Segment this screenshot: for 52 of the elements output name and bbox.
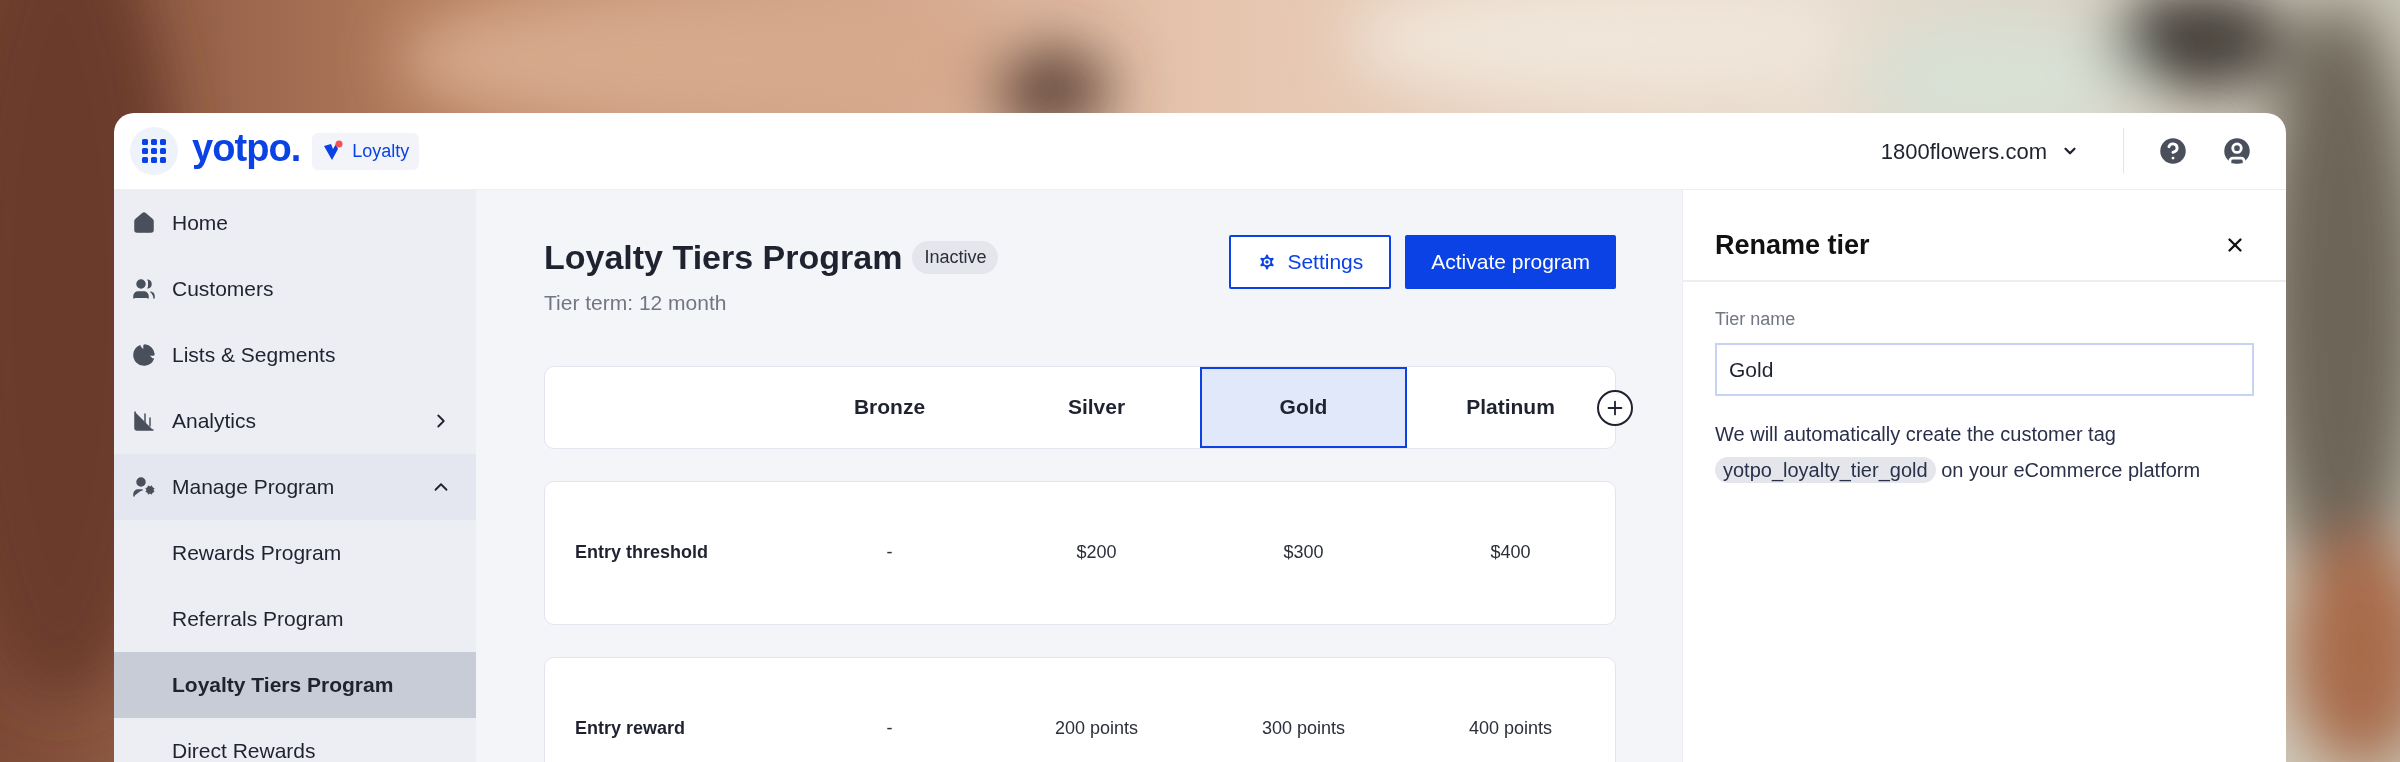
tier-tab[interactable]: Platinum (1407, 366, 1614, 448)
settings-button[interactable]: Settings (1229, 235, 1392, 289)
user-gear-icon (132, 475, 156, 499)
activate-program-button[interactable]: Activate program (1405, 235, 1616, 289)
tag-note: We will automatically create the customer tag yotpo_loyalty_tier_gold on your eCommerce platform (1715, 422, 2202, 485)
sidebar-label: Lists & Segments (172, 342, 337, 369)
row-value: $300 (1282, 541, 1325, 564)
sidebar-item[interactable]: Referrals Program (114, 586, 476, 652)
sidebar-item[interactable]: Manage Program (114, 454, 476, 520)
logo: yotpo. (192, 129, 301, 171)
sidebar-label: Direct Rewards (172, 738, 317, 762)
sidebar-label: Manage Program (172, 474, 336, 501)
home-icon (132, 211, 156, 235)
sidebar-item[interactable]: Customers (114, 256, 476, 322)
app-menu-button[interactable] (130, 127, 178, 175)
add-tier-button[interactable] (1597, 389, 1633, 426)
people-icon (132, 277, 156, 301)
row-value: - (885, 541, 894, 564)
sidebar-label: Referrals Program (172, 606, 345, 633)
row-label: Entry threshold (574, 541, 709, 564)
tier-tab[interactable]: Silver (993, 366, 1200, 448)
page-title: Loyalty Tiers Program (544, 237, 903, 278)
grid-icon (142, 139, 166, 163)
sidebar-item[interactable]: Analytics (114, 388, 476, 454)
row-value: 200 points (1053, 717, 1140, 740)
tier-tab[interactable]: Bronze (786, 366, 993, 448)
sidebar-item[interactable]: Home (114, 190, 476, 256)
tier-tab[interactable]: Gold (1200, 366, 1407, 448)
heart-logo-icon (322, 140, 345, 162)
sidebar-label: Analytics (172, 408, 258, 435)
row-value: $200 (1075, 541, 1118, 564)
badge-label: Loyalty (352, 139, 410, 163)
field-label: Tier name (1715, 308, 1797, 331)
row-label: Entry reward (574, 717, 687, 740)
sidebar-label: Loyalty Tiers Program (172, 672, 395, 699)
sidebar-item[interactable]: Direct Rewards (114, 718, 476, 762)
row-value: - (885, 717, 894, 740)
tier-name-field[interactable]: Gold (1715, 343, 2254, 396)
tier-term: Tier term: 12 month (544, 290, 728, 316)
sidebar-label: Customers (172, 276, 275, 303)
row-value: 400 points (1467, 717, 1554, 740)
panel-title: Rename tier (1715, 228, 1870, 262)
store-selector[interactable]: 1800flowers.com (1880, 134, 2079, 168)
sidebar-label: Home (172, 210, 230, 237)
row-value: $400 (1489, 541, 1532, 564)
sidebar-label: Rewards Program (172, 540, 343, 567)
pie-chart-icon (132, 343, 156, 367)
sidebar-item[interactable]: Lists & Segments (114, 322, 476, 388)
status-badge: Inactive (912, 241, 999, 274)
sidebar-item[interactable]: Loyalty Tiers Program (114, 652, 476, 718)
row-value: 300 points (1260, 717, 1347, 740)
sidebar-item[interactable]: Rewards Program (114, 520, 476, 586)
